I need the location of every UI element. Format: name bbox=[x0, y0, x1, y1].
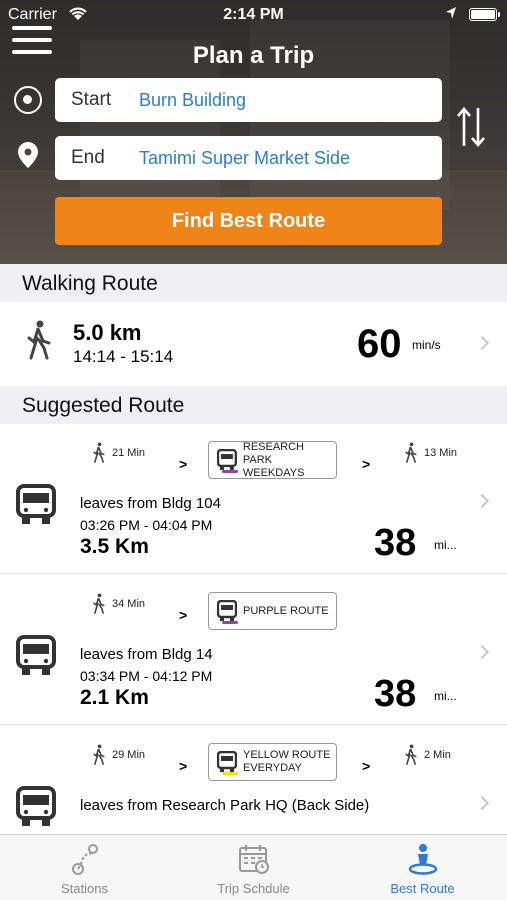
route-item[interactable]: 34 Min > PURPLE ROUTE leaves from Bldg 1… bbox=[0, 575, 507, 725]
walking-distance: 5.0 km bbox=[73, 320, 142, 345]
status-time: 2:14 PM bbox=[223, 6, 284, 23]
arrow-separator: > bbox=[179, 758, 188, 774]
bus-icon bbox=[217, 449, 237, 470]
bus-line-name: RESEARCH bbox=[242, 440, 304, 453]
walk-step: 2 Min bbox=[404, 744, 451, 766]
end-field[interactable]: End Tamimi Super Market Side bbox=[55, 136, 442, 180]
start-field[interactable]: Start Burn Building bbox=[55, 78, 442, 122]
bus-line-tag: RESEARCH PARK WEEKDAYS bbox=[208, 441, 337, 479]
walking-icon bbox=[405, 744, 417, 765]
bus-line-name: PURPLE ROUTE bbox=[243, 604, 329, 617]
walking-route-row[interactable]: 5.0 km 14:14 - 15:14 60 min/s bbox=[0, 302, 507, 386]
walking-icon bbox=[26, 320, 52, 365]
walk-step-time: 2 Min bbox=[424, 749, 451, 761]
walk-step: 29 Min bbox=[92, 744, 145, 766]
find-best-route-button[interactable]: Find Best Route bbox=[55, 197, 442, 245]
map-pin-icon bbox=[18, 142, 38, 173]
swap-icon[interactable] bbox=[456, 106, 486, 153]
arrow-separator: > bbox=[179, 607, 188, 623]
walking-icon bbox=[93, 744, 105, 765]
walk-step-time: 13 Min bbox=[424, 447, 458, 459]
arrow-separator: > bbox=[362, 758, 371, 774]
walk-step-time: 21 Min bbox=[112, 447, 146, 459]
route-item[interactable]: 21 Min > RESEARCH PARK WEEKDAYS > 13 Min … bbox=[0, 424, 507, 574]
route-color-stripe bbox=[222, 772, 238, 775]
end-label: End bbox=[71, 147, 105, 168]
bus-line-name: YELLOW ROUTE bbox=[243, 749, 331, 761]
bus-icon bbox=[16, 635, 56, 682]
tab-trip-schedule[interactable]: Trip Schdule bbox=[169, 835, 338, 900]
bus-line-tag: PURPLE ROUTE bbox=[208, 592, 337, 630]
walking-times: 14:14 - 15:14 bbox=[73, 347, 174, 366]
walk-step-time: 29 Min bbox=[112, 749, 146, 761]
tab-trip-schedule-label: Trip Schdule bbox=[217, 881, 290, 896]
walk-step: 21 Min bbox=[92, 442, 145, 464]
walk-step: 34 Min bbox=[92, 593, 145, 615]
bus-line-sub: PARK WEEKDAYS bbox=[242, 453, 305, 479]
chevron-right-icon bbox=[474, 335, 490, 351]
route-leaves: leaves from Bldg 104 bbox=[80, 495, 221, 512]
chevron-right-icon bbox=[474, 644, 490, 660]
tab-best-route-label: Best Route bbox=[390, 881, 455, 896]
walking-icon bbox=[405, 442, 417, 463]
walking-icon bbox=[93, 593, 105, 614]
start-value[interactable]: Burn Building bbox=[139, 90, 246, 111]
route-leaves: leaves from Research Park HQ (Back Side) bbox=[80, 797, 370, 814]
chevron-right-icon bbox=[474, 493, 490, 509]
bus-icon bbox=[16, 484, 56, 531]
stations-icon bbox=[70, 843, 100, 878]
walking-route-heading: Walking Route bbox=[0, 264, 507, 302]
walking-minutes: 60 bbox=[357, 322, 402, 366]
route-unit: mi... bbox=[434, 689, 457, 703]
arrow-separator: > bbox=[179, 456, 188, 472]
route-leaves: leaves from Bldg 14 bbox=[80, 646, 213, 663]
tab-stations[interactable]: Stations bbox=[0, 835, 169, 900]
route-minutes: 38 bbox=[374, 673, 417, 715]
route-item[interactable]: 29 Min > YELLOW ROUTE EVERYDAY > 2 Min le… bbox=[0, 726, 507, 834]
arrow-separator: > bbox=[362, 456, 371, 472]
route-color-stripe bbox=[222, 470, 238, 473]
tab-bar: Stations Trip Schdule Best Route bbox=[0, 834, 507, 900]
bus-line-tag: YELLOW ROUTE EVERYDAY bbox=[208, 743, 337, 781]
route-minutes: 38 bbox=[374, 522, 417, 564]
bus-line-sub: EVERYDAY bbox=[243, 762, 302, 774]
route-distance: 3.5 Km bbox=[80, 535, 149, 558]
route-unit: mi... bbox=[434, 538, 457, 552]
bus-icon bbox=[16, 786, 56, 833]
route-distance: 2.1 Km bbox=[80, 686, 149, 709]
walk-step-time: 34 Min bbox=[112, 598, 146, 610]
best-route-icon bbox=[408, 843, 438, 878]
chevron-right-icon bbox=[474, 795, 490, 811]
bus-icon bbox=[217, 600, 237, 621]
bus-icon bbox=[217, 751, 237, 772]
location-arrow-icon bbox=[445, 6, 457, 25]
battery-icon bbox=[469, 8, 500, 21]
route-times: 03:26 PM - 04:04 PM bbox=[80, 517, 213, 533]
calendar-icon bbox=[238, 843, 270, 878]
walk-step: 13 Min bbox=[404, 442, 457, 464]
route-times: 03:34 PM - 04:12 PM bbox=[80, 668, 213, 684]
walking-icon bbox=[93, 442, 105, 463]
tab-stations-label: Stations bbox=[61, 881, 108, 896]
start-label: Start bbox=[71, 89, 112, 110]
status-bar: Carrier 2:14 PM bbox=[0, 0, 507, 30]
walking-unit: min/s bbox=[412, 338, 441, 352]
suggested-route-heading: Suggested Route bbox=[0, 386, 507, 424]
route-color-stripe bbox=[222, 621, 238, 624]
current-location-icon bbox=[14, 86, 42, 114]
tab-best-route[interactable]: Best Route bbox=[338, 835, 507, 900]
end-value[interactable]: Tamimi Super Market Side bbox=[139, 148, 350, 169]
page-title: Plan a Trip bbox=[192, 42, 315, 69]
